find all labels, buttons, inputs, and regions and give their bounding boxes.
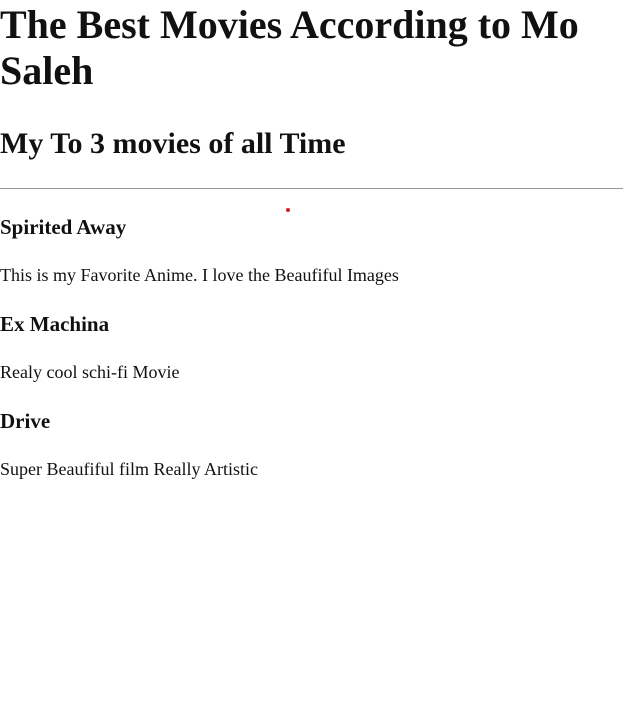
page: The Best Movies According to Mo Saleh My… bbox=[0, 0, 623, 480]
movie-title-ex-machina: Ex Machina bbox=[0, 312, 110, 336]
movie-list: Spirited Away This is my Favorite Anime.… bbox=[0, 215, 623, 480]
movie-title-drive: Drive bbox=[0, 409, 51, 433]
movie-description-drive: Super Beaufiful film Really Artistic bbox=[0, 459, 258, 479]
movie-description-ex-machina: Realy cool schi-fi Movie bbox=[0, 362, 180, 382]
page-subtitle: My To 3 movies of all Time bbox=[0, 127, 346, 160]
movie-description-spirited-away: This is my Favorite Anime. I love the Be… bbox=[0, 265, 399, 285]
divider bbox=[0, 188, 623, 189]
red-dot-marker bbox=[286, 208, 290, 212]
page-title: The Best Movies According to Mo Saleh bbox=[0, 2, 579, 93]
movie-title-spirited-away: Spirited Away bbox=[0, 215, 127, 239]
